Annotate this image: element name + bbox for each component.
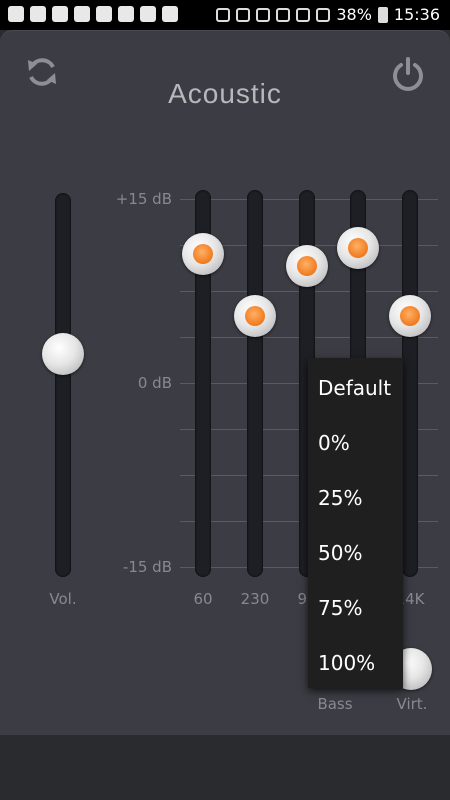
- data-saver-icon: [276, 7, 291, 22]
- status-bar: 38% 15:36: [0, 0, 450, 30]
- alarm-icon: [236, 7, 251, 22]
- camera-icon: [118, 6, 134, 22]
- calendar-icon: [162, 6, 178, 22]
- knob-indicator: [245, 305, 265, 326]
- bass-label: Bass: [317, 695, 353, 713]
- notification-icons: [8, 6, 178, 22]
- menu-item-50[interactable]: 50%: [318, 541, 362, 565]
- clock: 15:36: [393, 5, 440, 24]
- virtualizer-label: Virt.: [396, 695, 428, 713]
- db-label-mid: 0 dB: [137, 374, 172, 392]
- band-slider-track[interactable]: [402, 190, 418, 577]
- band-slider-track[interactable]: [247, 190, 263, 577]
- menu-item-0[interactable]: 0%: [318, 431, 350, 455]
- menu-item-100[interactable]: 100%: [318, 651, 375, 675]
- volume-slider-track[interactable]: [55, 193, 71, 577]
- bottom-strip: [0, 735, 450, 800]
- menu-item-75[interactable]: 75%: [318, 596, 362, 620]
- knob-indicator: [348, 238, 368, 259]
- band-frequency-label: 230: [240, 590, 270, 608]
- battery-percent: 38%: [336, 5, 372, 24]
- knob-indicator: [297, 256, 317, 277]
- knob-indicator: [400, 305, 420, 326]
- instagram-icon: [96, 6, 112, 22]
- mute-icon: [216, 7, 231, 22]
- news-icon: [52, 6, 68, 22]
- volume-slider-knob[interactable]: [42, 333, 84, 376]
- db-label-bottom: -15 dB: [122, 558, 172, 576]
- gallery-icon: [30, 6, 46, 22]
- db-label-top: +15 dB: [115, 190, 172, 208]
- notification-icon: [8, 6, 24, 22]
- band-frequency-label: 60: [193, 590, 213, 608]
- wifi-icon: [256, 7, 271, 22]
- signal-icon-2: [316, 7, 331, 22]
- band-slider-knob[interactable]: [234, 294, 276, 337]
- band-slider-knob[interactable]: [337, 227, 379, 270]
- knob-indicator: [193, 244, 213, 265]
- power-icon[interactable]: [390, 56, 426, 92]
- battery-icon: [377, 6, 388, 23]
- twitter-icon: [140, 6, 156, 22]
- line-icon: [74, 6, 90, 22]
- menu-item-default[interactable]: Default: [318, 376, 391, 400]
- system-icons: 38% 15:36: [216, 5, 440, 24]
- signal-icon: [296, 7, 311, 22]
- band-slider-knob[interactable]: [182, 233, 224, 276]
- preset-title[interactable]: Acoustic: [0, 78, 450, 110]
- menu-item-25[interactable]: 25%: [318, 486, 362, 510]
- bass-level-menu: Default 0% 25% 50% 75% 100%: [308, 358, 403, 688]
- volume-label: Vol.: [49, 590, 77, 608]
- band-slider-knob[interactable]: [389, 294, 431, 337]
